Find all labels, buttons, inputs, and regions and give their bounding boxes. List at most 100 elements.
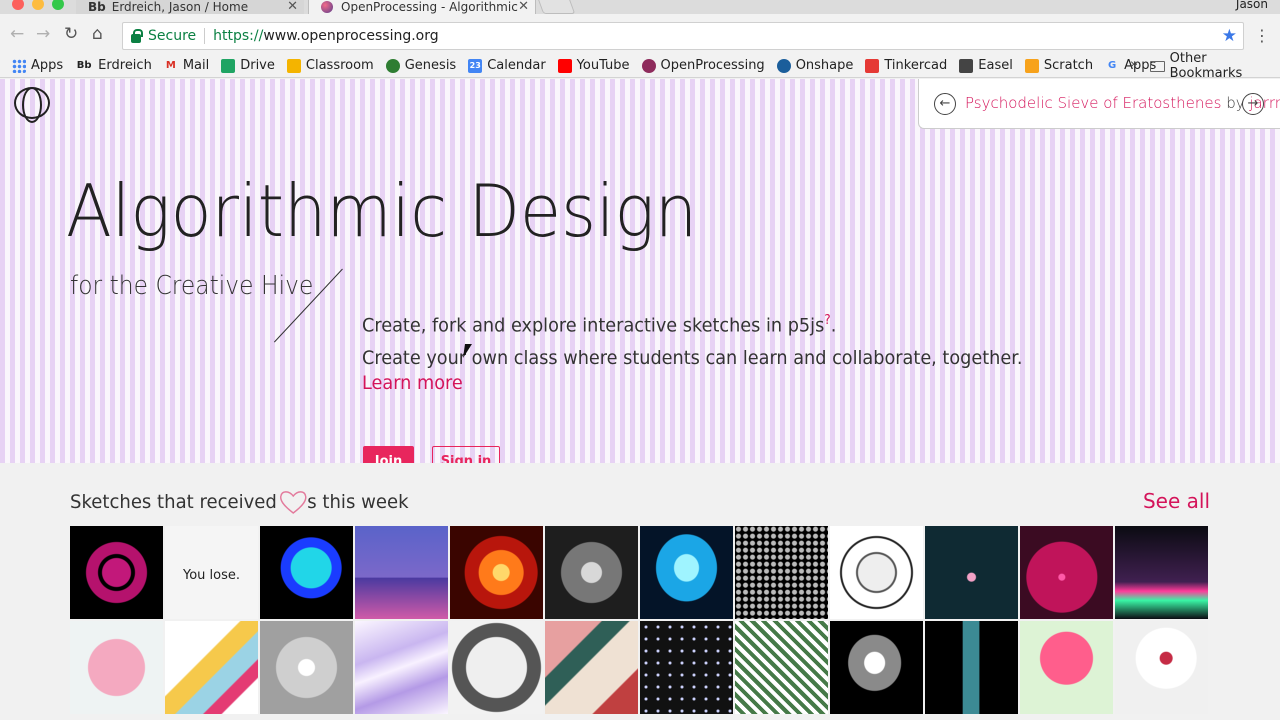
sketch-thumbnail[interactable] bbox=[830, 526, 923, 619]
calendar-icon: 23 bbox=[468, 58, 483, 73]
close-tab-icon[interactable]: ✕ bbox=[518, 0, 529, 14]
bookmark-calendar[interactable]: 23 Calendar bbox=[468, 58, 546, 73]
bookmark-easel[interactable]: Easel bbox=[959, 58, 1013, 73]
sketch-thumbnail[interactable] bbox=[450, 621, 543, 714]
sketch-thumbnail[interactable] bbox=[545, 526, 638, 619]
sketch-thumbnail[interactable] bbox=[450, 526, 543, 619]
back-arrow-icon[interactable]: ← bbox=[10, 26, 24, 43]
onshape-icon bbox=[776, 58, 791, 73]
sketch-thumbnail[interactable] bbox=[640, 621, 733, 714]
tab-strip: Bb Erdreich, Jason / Home ✕ OpenProcessi… bbox=[0, 0, 1280, 14]
bookmark-onshape[interactable]: Onshape bbox=[776, 58, 853, 73]
sketch-thumbnail[interactable] bbox=[735, 621, 828, 714]
lock-icon bbox=[131, 28, 143, 43]
page-title: Algorithmic Design bbox=[66, 169, 698, 253]
sketch-thumbnail[interactable] bbox=[1020, 621, 1113, 714]
bookmark-star-icon[interactable]: ★ bbox=[1222, 26, 1237, 46]
heart-icon bbox=[279, 489, 308, 515]
sketch-thumbnail[interactable] bbox=[925, 526, 1018, 619]
sketch-thumbnail[interactable] bbox=[355, 526, 448, 619]
see-all-link[interactable]: See all bbox=[1143, 489, 1210, 513]
featured-sketch-text: Psychodelic Sieve of Eratosthenes by jar… bbox=[965, 94, 1280, 112]
sketch-thumbnail[interactable] bbox=[830, 621, 923, 714]
bookmark-openprocessing[interactable]: OpenProcessing bbox=[641, 58, 765, 73]
profile-name[interactable]: Jason bbox=[1236, 0, 1268, 11]
folder-icon bbox=[1150, 60, 1165, 72]
sketch-thumbnail[interactable] bbox=[1115, 621, 1208, 714]
bookmark-label: Erdreich bbox=[98, 58, 152, 73]
sketch-thumbnail[interactable] bbox=[70, 526, 163, 619]
sketch-thumbnail[interactable] bbox=[545, 621, 638, 714]
divider bbox=[204, 28, 206, 44]
other-bookmarks-label: Other Bookmarks bbox=[1169, 51, 1243, 81]
sketch-thumbnail[interactable]: You lose. bbox=[165, 526, 258, 619]
openprocessing-favicon-icon bbox=[321, 1, 333, 13]
learn-more-link[interactable]: Learn more bbox=[362, 372, 463, 394]
url-scheme: https:// bbox=[213, 28, 264, 44]
bookmark-label: YouTube bbox=[576, 58, 630, 73]
bookmark-drive[interactable]: Drive bbox=[221, 58, 275, 73]
join-button[interactable]: Join bbox=[363, 446, 414, 463]
bookmark-label: Easel bbox=[978, 58, 1013, 73]
close-window-button[interactable] bbox=[12, 0, 24, 10]
sketches-heading-after: s this week bbox=[307, 491, 409, 513]
bookmark-apps[interactable]: Apps bbox=[12, 58, 63, 73]
drive-icon bbox=[221, 58, 236, 73]
google-icon: G bbox=[1107, 59, 1117, 71]
minimize-window-button[interactable] bbox=[32, 0, 44, 10]
forward-arrow-icon[interactable]: → bbox=[36, 26, 50, 43]
apps-grid-icon bbox=[12, 58, 26, 73]
bookmark-tinkercad[interactable]: Tinkercad bbox=[865, 58, 947, 73]
sketch-thumbnail[interactable] bbox=[260, 621, 353, 714]
sketch-thumbnail[interactable] bbox=[1115, 526, 1208, 619]
home-icon[interactable]: ⌂ bbox=[92, 26, 103, 43]
close-tab-icon[interactable]: ✕ bbox=[287, 0, 298, 14]
sketch-thumbnail-caption: You lose. bbox=[182, 568, 240, 583]
sketch-thumbnail[interactable] bbox=[735, 526, 828, 619]
sketch-thumbnail[interactable] bbox=[355, 621, 448, 714]
previous-sketch-arrow-icon[interactable]: ← bbox=[934, 93, 956, 115]
secure-label: Secure bbox=[148, 28, 197, 44]
sketch-thumbnail[interactable] bbox=[640, 526, 733, 619]
tab-openprocessing[interactable]: OpenProcessing - Algorithmic ✕ bbox=[308, 0, 536, 14]
tab-erdreich-home[interactable]: Bb Erdreich, Jason / Home ✕ bbox=[76, 0, 304, 14]
bookmark-erdreich[interactable]: Bb Erdreich bbox=[75, 58, 152, 73]
tinkercad-icon bbox=[865, 58, 880, 73]
blackboard-icon: Bb bbox=[76, 59, 92, 71]
featured-sketch-title-link[interactable]: Psychodelic Sieve of Eratosthenes bbox=[965, 94, 1221, 112]
bookmark-label: Classroom bbox=[305, 58, 374, 73]
bookmark-mail[interactable]: M Mail bbox=[164, 58, 209, 73]
bookmark-scratch[interactable]: Scratch bbox=[1024, 58, 1094, 73]
sketch-thumbnail[interactable] bbox=[165, 621, 258, 714]
bookmark-label: Tinkercad bbox=[884, 58, 948, 73]
sketch-thumbnail[interactable] bbox=[260, 526, 353, 619]
sketches-heading: Sketches that received s this week bbox=[70, 489, 409, 515]
sketch-thumbnail[interactable] bbox=[1020, 526, 1113, 619]
openprocessing-logo-icon[interactable] bbox=[14, 87, 50, 123]
bookmark-label: Mail bbox=[182, 58, 210, 73]
bookmark-label: Scratch bbox=[1043, 58, 1094, 73]
sign-in-button[interactable]: Sign in bbox=[432, 446, 500, 463]
bookmark-youtube[interactable]: YouTube bbox=[557, 58, 630, 73]
other-bookmarks-folder[interactable]: Other Bookmarks bbox=[1150, 51, 1280, 81]
bookmark-label: Drive bbox=[240, 58, 275, 73]
openprocessing-icon bbox=[641, 58, 656, 73]
bookmark-genesis[interactable]: Genesis bbox=[385, 58, 456, 73]
youtube-icon bbox=[557, 58, 572, 73]
more-bookmarks-chevron-icon[interactable]: » bbox=[1130, 57, 1138, 72]
address-bar[interactable]: Secure https:// www.openprocessing.org ★ bbox=[122, 22, 1244, 50]
sketch-thumbnail[interactable] bbox=[70, 621, 163, 714]
bookmark-label: Calendar bbox=[487, 58, 546, 73]
blackboard-icon: Bb bbox=[88, 0, 106, 14]
more-menu-icon[interactable]: ⋮ bbox=[1254, 26, 1270, 45]
tab-label: Erdreich, Jason / Home bbox=[111, 0, 249, 14]
bookmark-classroom[interactable]: Classroom bbox=[286, 58, 374, 73]
sketch-thumbnail[interactable] bbox=[925, 621, 1018, 714]
gmail-icon: M bbox=[165, 59, 176, 71]
zoom-window-button[interactable] bbox=[52, 0, 64, 10]
intro-line-1-period: . bbox=[830, 314, 837, 337]
reload-icon[interactable]: ↻ bbox=[64, 26, 78, 43]
scratch-icon bbox=[1024, 58, 1039, 73]
new-tab-button[interactable] bbox=[536, 0, 576, 14]
next-sketch-arrow-icon[interactable]: → bbox=[1242, 93, 1264, 115]
